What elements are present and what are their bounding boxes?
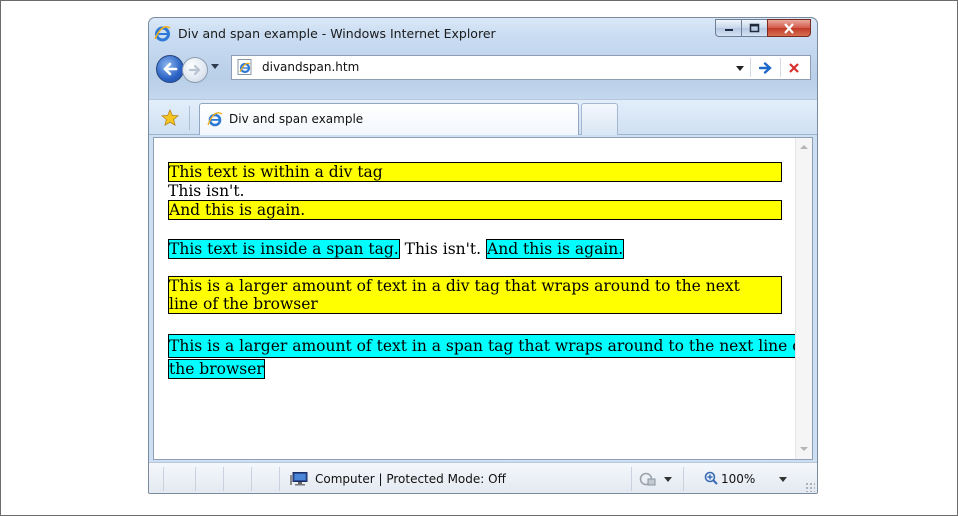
span-line: This text is inside a span tag. This isn… bbox=[168, 238, 782, 260]
stop-x-icon bbox=[789, 62, 799, 73]
maximize-icon bbox=[749, 23, 760, 33]
status-divider bbox=[223, 467, 224, 491]
navigation-bar: divandspan.htm bbox=[149, 51, 817, 87]
status-divider bbox=[631, 467, 632, 491]
back-arrow-icon bbox=[163, 62, 178, 76]
security-dropdown[interactable] bbox=[664, 477, 672, 482]
address-separator bbox=[780, 58, 781, 77]
zoom-level[interactable]: 100% bbox=[721, 472, 755, 486]
stop-button[interactable] bbox=[784, 58, 804, 77]
recent-pages-dropdown[interactable] bbox=[211, 64, 219, 69]
new-tab-button[interactable] bbox=[581, 103, 618, 135]
page-content: This text is within a div tag This isn't… bbox=[153, 137, 813, 460]
address-separator bbox=[750, 58, 751, 77]
status-bar: Computer | Protected Mode: Off 100% bbox=[149, 462, 817, 493]
page-body: This text is within a div tag This isn't… bbox=[168, 162, 809, 380]
security-zone-text: Computer | Protected Mode: Off bbox=[315, 472, 506, 486]
yellow-div-1: This text is within a div tag bbox=[168, 162, 782, 182]
caption-buttons bbox=[715, 19, 811, 39]
tab-ie-icon bbox=[207, 112, 223, 127]
page-ie-icon bbox=[237, 59, 252, 75]
favorites-star-icon[interactable] bbox=[161, 109, 179, 127]
vertical-scrollbar[interactable] bbox=[795, 138, 812, 459]
forward-button[interactable] bbox=[182, 57, 208, 83]
resize-grip-icon[interactable] bbox=[805, 482, 815, 492]
tab-div-and-span-example[interactable]: Div and span example bbox=[199, 103, 579, 135]
computer-zone-icon bbox=[290, 472, 308, 486]
back-button[interactable] bbox=[156, 55, 184, 83]
security-icon[interactable] bbox=[639, 471, 657, 487]
plain-text-1: This isn't. bbox=[168, 182, 245, 200]
maximize-button[interactable] bbox=[741, 19, 767, 37]
close-icon bbox=[784, 22, 794, 34]
cyan-span-1: This text is inside a span tag. bbox=[168, 239, 400, 259]
status-divider bbox=[163, 467, 164, 491]
zoom-icon[interactable] bbox=[704, 471, 718, 485]
status-divider bbox=[683, 467, 684, 491]
browser-window: Div and span example - Windows Internet … bbox=[148, 17, 818, 494]
status-divider bbox=[195, 467, 196, 491]
minimize-icon bbox=[724, 29, 733, 31]
ie-logo-icon bbox=[154, 26, 171, 42]
cyan-span-wrap: This is a larger amount of text in a spa… bbox=[168, 334, 809, 380]
status-divider bbox=[251, 467, 252, 491]
tab-label: Div and span example bbox=[229, 112, 364, 126]
address-url: divandspan.htm bbox=[262, 60, 360, 74]
title-bar: Div and span example - Windows Internet … bbox=[149, 18, 817, 48]
minimize-button[interactable] bbox=[715, 19, 741, 37]
zoom-dropdown[interactable] bbox=[779, 477, 787, 482]
address-dropdown[interactable] bbox=[736, 66, 744, 71]
go-button[interactable] bbox=[756, 58, 776, 77]
cyan-span-wrap-line1: This is a larger amount of text in a spa… bbox=[168, 334, 809, 358]
plain-text-2: This isn't. bbox=[399, 240, 487, 258]
tab-bar: Div and span example bbox=[149, 99, 817, 135]
close-button[interactable] bbox=[767, 19, 811, 37]
yellow-div-wrap: This is a larger amount of text in a div… bbox=[168, 276, 782, 314]
scroll-down-arrow-icon[interactable] bbox=[800, 447, 808, 451]
window-title: Div and span example - Windows Internet … bbox=[178, 26, 496, 41]
cyan-span-wrap-line2: the browser bbox=[168, 359, 265, 379]
address-bar[interactable]: divandspan.htm bbox=[231, 55, 811, 80]
go-arrow-icon bbox=[759, 61, 772, 74]
scroll-up-arrow-icon[interactable] bbox=[800, 145, 808, 149]
cyan-span-2: And this is again. bbox=[486, 239, 625, 259]
tab-separator bbox=[189, 106, 190, 130]
status-divider bbox=[279, 467, 280, 491]
forward-arrow-icon bbox=[188, 64, 201, 76]
yellow-div-2: And this is again. bbox=[168, 200, 782, 220]
